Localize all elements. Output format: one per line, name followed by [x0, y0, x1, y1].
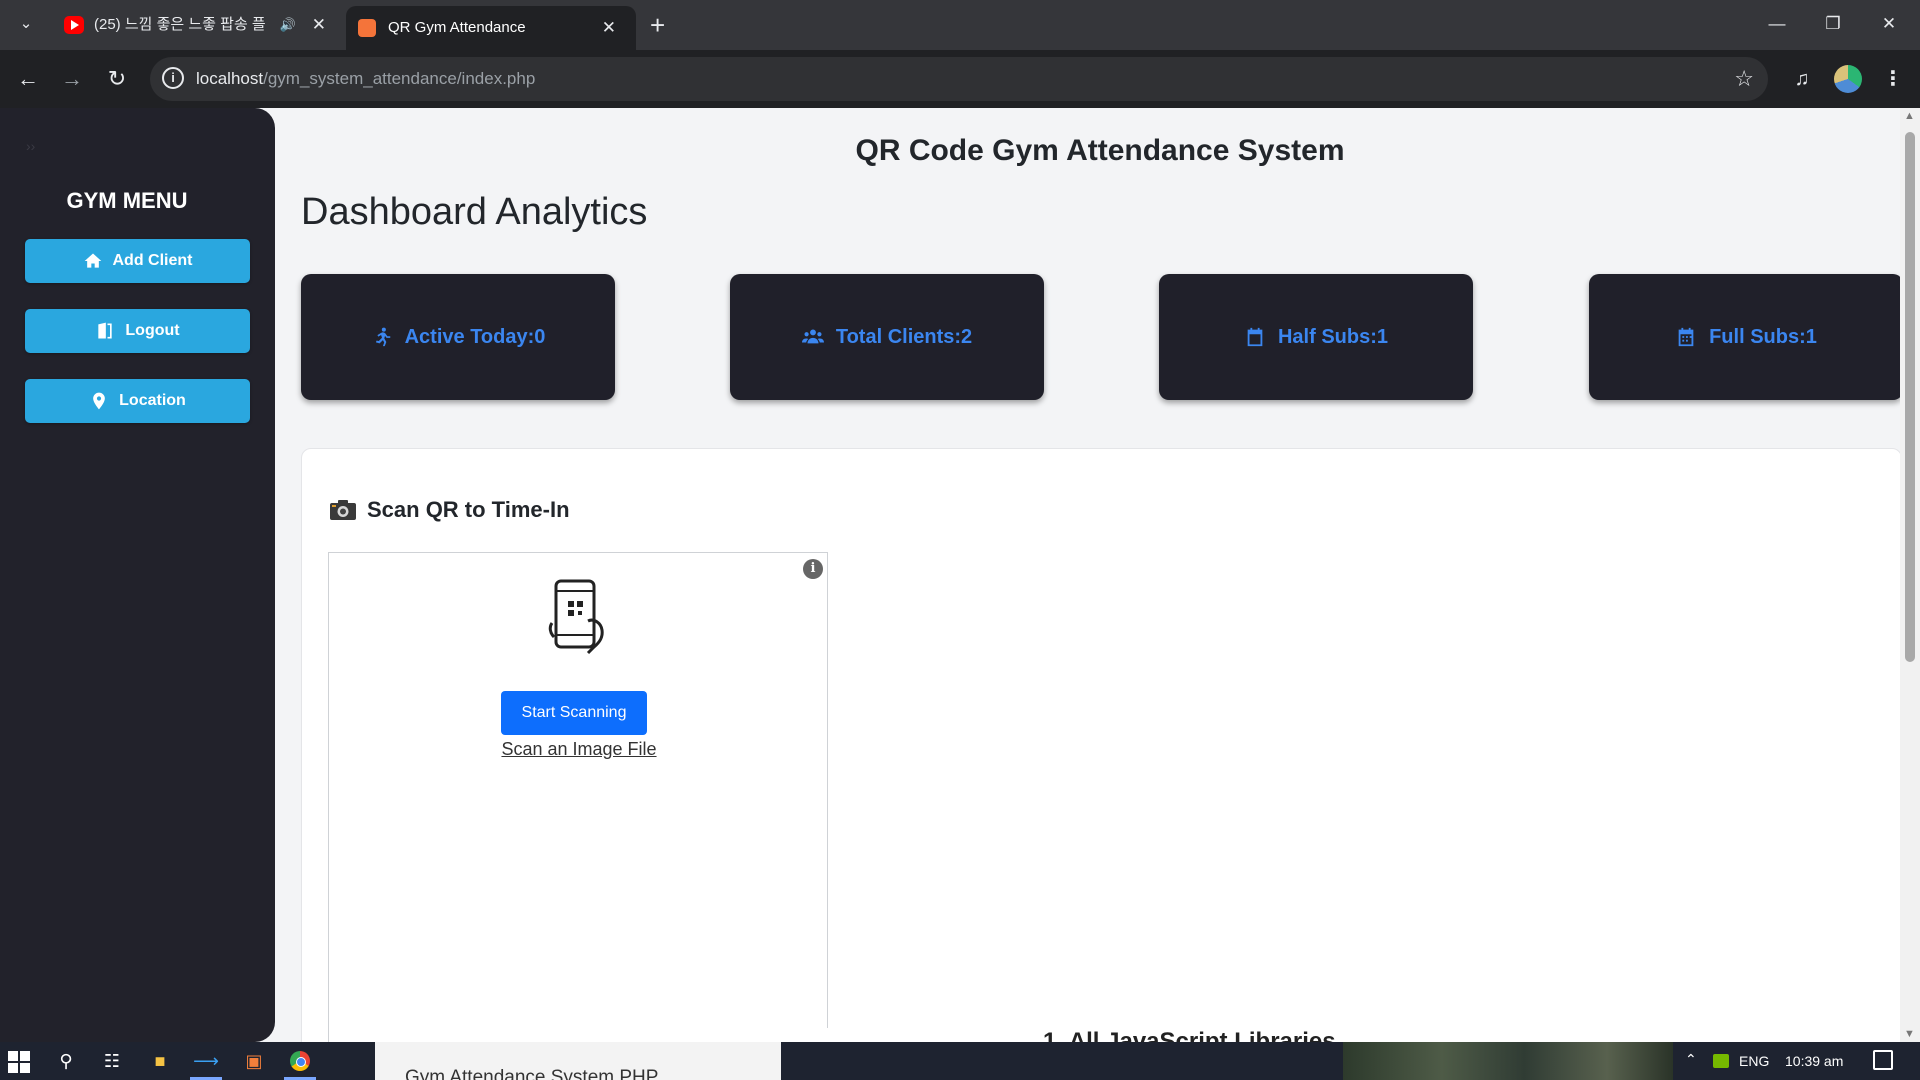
tab-title: (25) 느낌 좋은 느좋 팝송 플 — [94, 16, 266, 33]
sidebar: ›› GYM MENU Add Client Logout Location — [0, 108, 275, 1042]
map-pin-icon — [93, 392, 105, 410]
forward-arrow-icon[interactable]: → — [56, 63, 88, 95]
search-icon[interactable]: ⚲ — [52, 1048, 80, 1074]
background-window-title: Gym Attendance System PHP — [405, 1067, 659, 1080]
location-label: Location — [119, 392, 186, 409]
phone-qr-icon — [548, 579, 604, 655]
task-view-icon[interactable]: ☷ — [98, 1048, 126, 1074]
scan-heading-text: Scan QR to Time-In — [367, 497, 570, 522]
add-client-button[interactable]: Add Client — [25, 239, 250, 283]
url-text[interactable]: localhost/gym_system_attendance/index.ph… — [196, 57, 535, 101]
scan-panel: Scan QR to Time-In i Start Scanning Scan… — [301, 448, 1902, 1042]
stat-label: Active Today:0 — [404, 325, 546, 348]
tab-close-icon[interactable]: ✕ — [312, 6, 326, 44]
logout-label: Logout — [125, 322, 180, 339]
tab-search-chevron-icon[interactable]: ⌄ — [14, 12, 38, 36]
bookmark-star-icon[interactable]: ☆ — [1734, 57, 1754, 101]
qr-scanner-box: i Start Scanning Scan an Image File — [328, 552, 828, 1042]
tab-qr-gym-attendance[interactable]: QR Gym Attendance ✕ — [346, 6, 636, 50]
window-minimize-icon[interactable]: — — [1749, 0, 1805, 50]
stat-label: Half Subs:1 — [1277, 325, 1389, 348]
address-bar[interactable]: i localhost/gym_system_attendance/index.… — [150, 57, 1768, 101]
sidebar-title: GYM MENU — [66, 188, 188, 213]
file-explorer-icon[interactable]: ■ — [146, 1048, 174, 1074]
location-button[interactable]: Location — [25, 379, 250, 423]
door-icon — [98, 322, 113, 339]
app-title: QR Code Gym Attendance System — [855, 134, 1345, 167]
language-indicator[interactable]: ENG — [1739, 1053, 1769, 1069]
new-tab-plus-icon[interactable]: + — [650, 10, 665, 40]
stat-label: Total Clients:2 — [835, 325, 973, 348]
page-title: Dashboard Analytics — [301, 191, 648, 233]
scrollbar-thumb[interactable] — [1905, 132, 1915, 662]
camera-icon — [330, 500, 356, 520]
window-close-icon[interactable]: ✕ — [1861, 0, 1917, 50]
media-control-icon[interactable]: ♫ — [1787, 63, 1817, 95]
stat-label: Full Subs:1 — [1709, 325, 1817, 348]
scroll-up-arrow-icon[interactable]: ▲ — [1904, 110, 1915, 122]
browser-menu-icon[interactable]: ⋮ — [1878, 63, 1908, 95]
stat-card-full-subs: Full Subs:1 — [1589, 274, 1903, 400]
xampp-icon[interactable]: ▣ — [240, 1048, 268, 1074]
page-scrollbar[interactable]: ▲ ▼ — [1900, 108, 1920, 1042]
nvidia-icon[interactable] — [1713, 1054, 1729, 1068]
tab-close-icon[interactable]: ✕ — [602, 9, 616, 47]
back-arrow-icon[interactable]: ← — [12, 63, 44, 95]
scan-heading: Scan QR to Time-In — [329, 497, 570, 523]
speaker-icon[interactable]: 🔊 — [280, 6, 296, 44]
windows-start-icon[interactable] — [8, 1051, 30, 1073]
tray-chevron-up-icon[interactable]: ⌃ — [1685, 1051, 1697, 1068]
sidebar-toggle-icon[interactable]: ›› — [26, 138, 35, 154]
add-client-label: Add Client — [112, 252, 193, 269]
profile-avatar[interactable] — [1834, 65, 1862, 93]
xampp-icon — [358, 19, 376, 37]
start-scanning-button[interactable]: Start Scanning — [501, 691, 647, 735]
home-icon — [84, 253, 101, 268]
calendar-icon — [1678, 327, 1694, 347]
browser-tab-bar: ⌄ (25) 느낌 좋은 느좋 팝송 플 🔊 ✕ QR Gym Attendan… — [0, 0, 1920, 50]
window-restore-icon[interactable]: ❐ — [1805, 0, 1861, 50]
clock[interactable]: 10:39 am — [1785, 1053, 1843, 1069]
youtube-icon — [64, 16, 84, 34]
system-tray: ⌃ ENG 10:39 am — [1673, 1042, 1920, 1080]
info-icon[interactable]: i — [803, 559, 823, 579]
tab-title: QR Gym Attendance — [388, 19, 526, 36]
stat-card-half-subs: Half Subs:1 — [1159, 274, 1473, 400]
users-icon — [801, 329, 824, 344]
logout-button[interactable]: Logout — [25, 309, 250, 353]
url-path: /gym_system_attendance/index.php — [263, 69, 536, 88]
calendar-icon — [1247, 327, 1263, 347]
scroll-down-arrow-icon[interactable]: ▼ — [1904, 1028, 1915, 1040]
running-icon — [375, 327, 390, 347]
stat-card-active-today: Active Today:0 — [301, 274, 615, 400]
background-window[interactable]: Gym Attendance System PHP — [375, 1042, 781, 1080]
vscode-icon[interactable]: ⟶ — [192, 1048, 220, 1074]
tab-youtube[interactable]: (25) 느낌 좋은 느좋 팝송 플 🔊 ✕ — [52, 6, 342, 44]
background-photo — [1343, 1042, 1673, 1080]
chrome-icon[interactable] — [286, 1048, 314, 1074]
main-content: QR Code Gym Attendance System Dashboard … — [275, 108, 1903, 1042]
scan-image-file-link[interactable]: Scan an Image File — [329, 739, 829, 760]
notification-icon[interactable] — [1873, 1050, 1893, 1070]
stat-card-total-clients: Total Clients:2 — [730, 274, 1044, 400]
reload-icon[interactable]: ↻ — [101, 63, 133, 95]
web-page: ›› GYM MENU Add Client Logout Location Q… — [0, 108, 1920, 1042]
browser-toolbar: ← → ↻ i localhost/gym_system_attendance/… — [0, 50, 1920, 108]
url-host: localhost — [196, 69, 264, 88]
site-info-icon[interactable]: i — [162, 67, 184, 89]
